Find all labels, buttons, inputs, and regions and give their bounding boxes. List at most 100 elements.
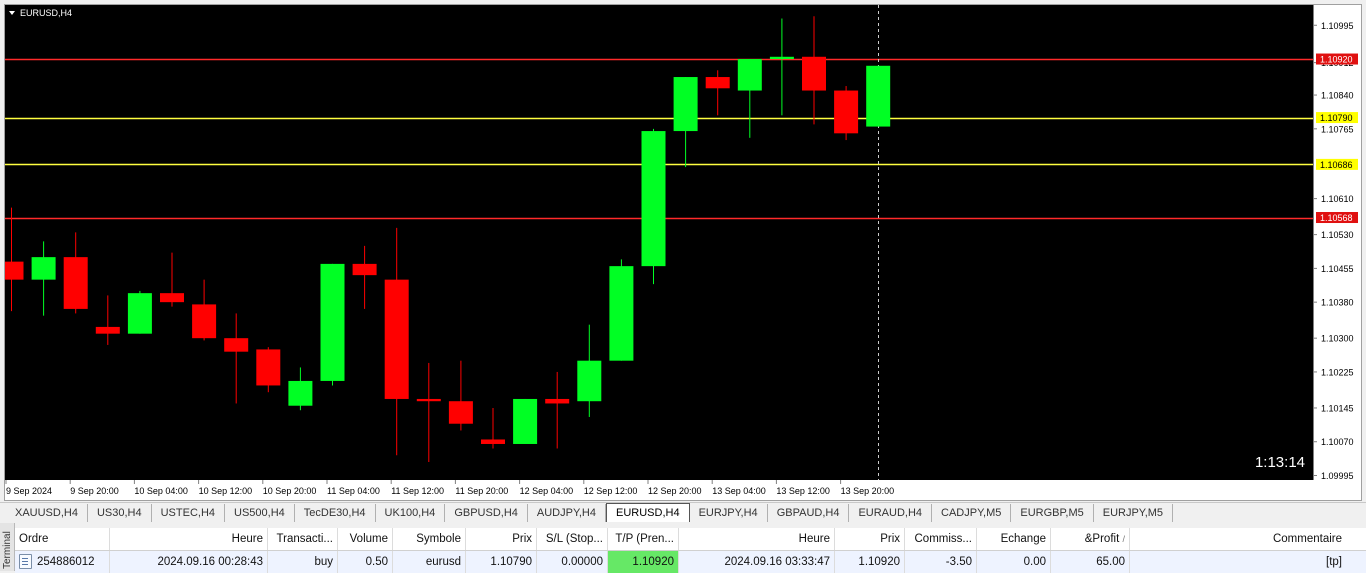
tab-xauusd-h4[interactable]: XAUUSD,H4 <box>6 503 88 522</box>
tab-audjpy-h4[interactable]: AUDJPY,H4 <box>528 503 606 522</box>
candle-body[interactable] <box>641 131 666 267</box>
candle-body[interactable] <box>256 349 281 386</box>
tab-tecde30-h4[interactable]: TecDE30,H4 <box>295 503 376 522</box>
candle-body[interactable] <box>192 304 217 339</box>
candle-body[interactable] <box>224 338 249 352</box>
table-row[interactable]: 254886012 2024.09.16 00:28:43 buy 0.50 e… <box>15 551 1366 573</box>
time-tick-label: 13 Sep 12:00 <box>776 486 830 496</box>
tab-cadjpy-m5[interactable]: CADJPY,M5 <box>932 503 1012 522</box>
col-header-tp[interactable]: T/P (Pren... <box>608 528 679 550</box>
price-tick-label: 1.10530 <box>1321 230 1354 240</box>
candle-body[interactable] <box>609 266 634 361</box>
tab-gbpusd-h4[interactable]: GBPUSD,H4 <box>445 503 528 522</box>
time-tick-label: 11 Sep 12:00 <box>391 486 444 496</box>
col-header-prix[interactable]: Prix <box>466 528 537 550</box>
chart-window[interactable]: EURUSD,H41.109951.109121.108401.107651.1… <box>4 4 1362 501</box>
col-header-commentaire[interactable]: Commentaire <box>1130 528 1346 550</box>
tab-us500-h4[interactable]: US500,H4 <box>225 503 295 522</box>
col-header-echange[interactable]: Echange <box>977 528 1051 550</box>
trade-history-table: Ordre Heure Transacti... Volume Symbole … <box>15 528 1366 573</box>
candle-body[interactable] <box>5 261 24 280</box>
candle-body[interactable] <box>127 293 152 334</box>
price-tick-label: 1.10995 <box>1321 21 1354 31</box>
price-tick-label: 1.10610 <box>1321 194 1354 204</box>
price-tick-label: 1.10840 <box>1321 91 1354 101</box>
cell-echange: 0.00 <box>977 551 1051 573</box>
time-tick-label: 12 Sep 12:00 <box>584 486 638 496</box>
tab-uk100-h4[interactable]: UK100,H4 <box>376 503 446 522</box>
candle-body[interactable] <box>384 279 409 399</box>
candle-body[interactable] <box>769 56 794 60</box>
time-tick-label: 9 Sep 2024 <box>6 486 52 496</box>
cell-commission: -3.50 <box>905 551 977 573</box>
candle-body[interactable] <box>448 401 473 424</box>
level-price-tag-label: 1.10920 <box>1320 55 1353 65</box>
tab-eurjpy-m5[interactable]: EURJPY,M5 <box>1094 503 1174 522</box>
cell-prix-close: 1.10920 <box>835 551 905 573</box>
tab-euraud-h4[interactable]: EURAUD,H4 <box>849 503 933 522</box>
col-header-transaction[interactable]: Transacti... <box>268 528 338 550</box>
level-price-tag-label: 1.10568 <box>1320 213 1353 223</box>
price-tick-label: 1.10380 <box>1321 298 1354 308</box>
time-tick-label: 11 Sep 20:00 <box>455 486 508 496</box>
cell-transaction: buy <box>268 551 338 573</box>
col-header-prix-close[interactable]: Prix <box>835 528 905 550</box>
cell-heure: 2024.09.16 00:28:43 <box>110 551 268 573</box>
col-header-ordre[interactable]: Ordre <box>15 528 110 550</box>
candle-body[interactable] <box>705 77 730 89</box>
candle-body[interactable] <box>673 77 698 132</box>
candle-body[interactable] <box>416 398 441 402</box>
col-header-profit[interactable]: &Profit / <box>1051 528 1130 550</box>
col-header-symbole[interactable]: Symbole <box>393 528 466 550</box>
candle-body[interactable] <box>866 65 891 127</box>
terminal-side-label[interactable]: Terminal <box>0 523 15 571</box>
candle-body[interactable] <box>160 293 184 303</box>
candle-body[interactable] <box>545 398 570 404</box>
candle-body[interactable] <box>95 326 120 334</box>
level-price-tag-label: 1.10790 <box>1320 113 1353 123</box>
candle-body[interactable] <box>481 439 505 444</box>
price-chart[interactable]: EURUSD,H41.109951.109121.108401.107651.1… <box>5 5 1361 500</box>
cell-tp: 1.10920 <box>608 551 679 573</box>
time-tick-label: 10 Sep 12:00 <box>199 486 253 496</box>
candle-body[interactable] <box>352 263 377 276</box>
tab-us30-h4[interactable]: US30,H4 <box>88 503 152 522</box>
candle-body[interactable] <box>577 360 602 402</box>
cell-ordre: 254886012 <box>15 551 110 573</box>
tab-gbpaud-h4[interactable]: GBPAUD,H4 <box>768 503 850 522</box>
profit-header-label: &Profit <box>1084 533 1120 545</box>
candle-body[interactable] <box>31 257 56 280</box>
candle-body[interactable] <box>288 380 313 406</box>
price-tick-label: 1.10300 <box>1321 334 1354 344</box>
time-tick-label: 12 Sep 20:00 <box>648 486 702 496</box>
cell-prix: 1.10790 <box>466 551 537 573</box>
price-tick-label: 1.10225 <box>1321 367 1354 377</box>
time-tick-label: 13 Sep 20:00 <box>841 486 895 496</box>
chart-symbol-title: EURUSD,H4 <box>20 8 72 18</box>
candle-body[interactable] <box>63 257 88 309</box>
col-header-sl[interactable]: S/L (Stop... <box>537 528 608 550</box>
sort-indicator: / <box>1122 534 1125 544</box>
time-tick-label: 9 Sep 20:00 <box>70 486 119 496</box>
chart-tabs-bar: XAUUSD,H4 US30,H4 USTEC,H4 US500,H4 TecDE30,… <box>0 502 1366 522</box>
candle-body[interactable] <box>834 90 859 134</box>
candle-body[interactable] <box>320 263 345 381</box>
col-header-heure-close[interactable]: Heure <box>679 528 835 550</box>
tab-eurgbp-m5[interactable]: EURGBP,M5 <box>1011 503 1094 522</box>
bar-countdown-timer: 1:13:14 <box>1255 454 1305 471</box>
tab-ustec-h4[interactable]: USTEC,H4 <box>152 503 226 522</box>
cell-symbole: eurusd <box>393 551 466 573</box>
time-tick-label: 13 Sep 04:00 <box>712 486 766 496</box>
col-header-commission[interactable]: Commiss... <box>905 528 977 550</box>
tab-eurusd-h4[interactable]: EURUSD,H4 <box>606 503 690 522</box>
col-header-volume[interactable]: Volume <box>338 528 393 550</box>
cell-commentaire: [tp] <box>1326 556 1342 568</box>
terminal-label: Terminal <box>2 531 13 569</box>
candle-body[interactable] <box>513 398 538 444</box>
order-document-icon <box>19 554 32 570</box>
cell-volume: 0.50 <box>338 551 393 573</box>
tab-eurjpy-h4[interactable]: EURJPY,H4 <box>690 503 768 522</box>
candle-body[interactable] <box>737 59 762 91</box>
candle-body[interactable] <box>802 56 826 91</box>
col-header-heure[interactable]: Heure <box>110 528 268 550</box>
